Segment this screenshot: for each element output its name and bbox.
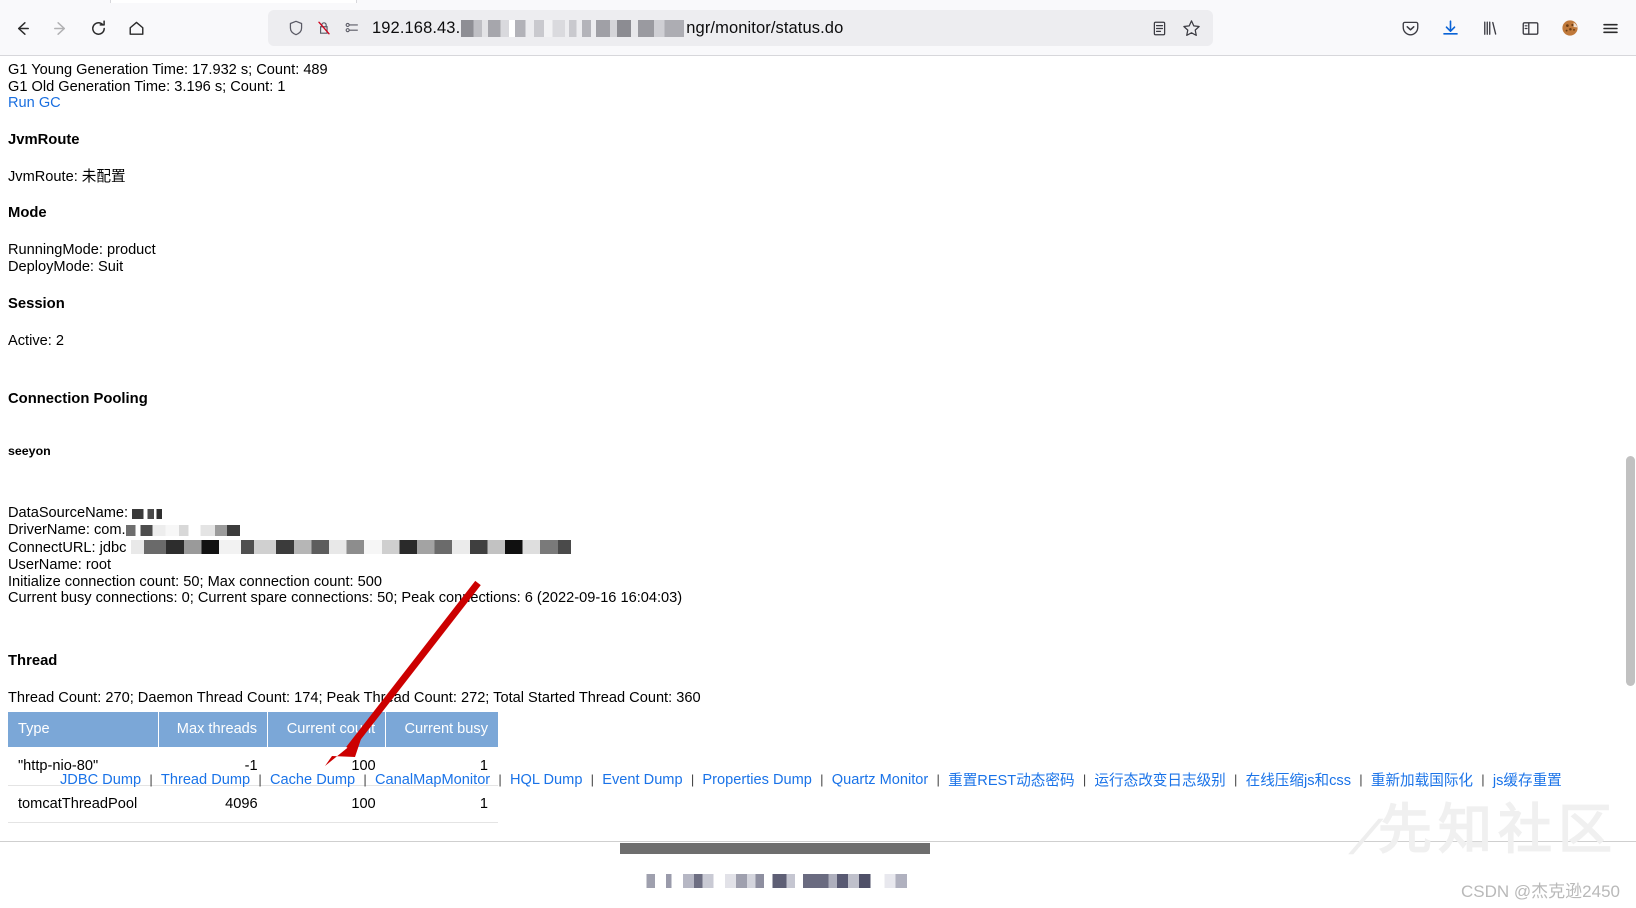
connect-url-redacted-mosaic xyxy=(130,540,571,555)
vertical-scrollbar-thumb[interactable] xyxy=(1626,456,1635,686)
datasource-name-redacted-mosaic xyxy=(132,509,163,520)
vertical-scrollbar[interactable] xyxy=(1624,56,1636,908)
link-separator: | xyxy=(590,772,595,787)
running-mode: RunningMode: product xyxy=(8,242,156,259)
link-cache-dump[interactable]: Cache Dump xyxy=(270,772,355,788)
connection-pooling-heading: Connection Pooling xyxy=(8,391,148,408)
url-suffix: ngr/monitor/status.do xyxy=(686,18,844,37)
column-header-type: Type xyxy=(8,712,159,748)
run-gc-link[interactable]: Run GC xyxy=(8,95,61,111)
sidebar-icon[interactable] xyxy=(1510,10,1550,46)
link-separator: | xyxy=(820,772,824,787)
link-canalmapmonitor[interactable]: CanalMapMonitor xyxy=(375,772,490,788)
session-heading: Session xyxy=(8,295,65,312)
connect-url-row: ConnectURL: jdbc xyxy=(8,538,701,557)
watermark-credit: CSDN @杰克逊2450 xyxy=(1461,882,1620,901)
hamburger-menu-icon[interactable] xyxy=(1590,10,1630,46)
gc-young-generation: G1 Young Generation Time: 17.932 s; Coun… xyxy=(8,62,328,78)
link-hql-dump[interactable]: HQL Dump xyxy=(510,772,582,788)
jvmroute-heading: JvmRoute xyxy=(8,131,80,148)
home-button[interactable] xyxy=(118,10,154,46)
table-row: tomcatThreadPool 4096 100 1 xyxy=(8,785,498,824)
tab-strip-stub[interactable] xyxy=(110,0,357,3)
link-separator: | xyxy=(363,772,367,787)
browser-toolbar-actions xyxy=(1390,10,1630,46)
datasource-name-label: DataSourceName: xyxy=(8,505,129,522)
cell-current-busy: 1 xyxy=(385,785,498,824)
session-active: Active: 2 xyxy=(8,332,64,349)
cell-max-threads: 4096 xyxy=(158,785,268,824)
link-change-log-level[interactable]: 运行态改变日志级别 xyxy=(1094,769,1225,790)
driver-name-label: DriverName: com. xyxy=(8,521,126,538)
current-connections-row: Current busy connections: 0; Current spa… xyxy=(8,590,683,607)
reader-view-icon[interactable] xyxy=(1143,13,1175,43)
link-separator: | xyxy=(936,772,940,787)
column-header-current-count: Current count xyxy=(267,712,387,748)
url-redacted-mid-mosaic xyxy=(569,19,592,37)
page-viewport: G1 Young Generation Time: 17.932 s; Coun… xyxy=(0,56,1636,908)
forward-arrow-icon xyxy=(51,19,70,38)
thread-pool-table: Type Max threads Current count Current b… xyxy=(8,712,498,824)
status-bar-redacted-mosaic xyxy=(638,874,918,888)
mode-heading: Mode xyxy=(8,205,47,222)
home-icon xyxy=(127,19,146,38)
link-separator: | xyxy=(1082,772,1087,787)
url-redacted-host-mosaic xyxy=(461,19,566,37)
form-autofill-icon[interactable] xyxy=(338,14,366,42)
username-row: UserName: root xyxy=(8,556,111,573)
connection-pool-name: seeyon xyxy=(8,444,51,459)
link-event-dump[interactable]: Event Dump xyxy=(602,772,682,788)
library-icon[interactable] xyxy=(1470,10,1510,46)
urlbar-actions xyxy=(1143,13,1207,43)
back-arrow-icon xyxy=(13,19,32,38)
datasource-name-row: DataSourceName: xyxy=(8,505,701,522)
link-reset-rest-password[interactable]: 重置REST动态密码 xyxy=(948,769,1075,790)
link-jdbc-dump[interactable]: JDBC Dump xyxy=(60,772,141,788)
back-button[interactable] xyxy=(4,10,40,46)
link-separator: | xyxy=(258,772,262,787)
horizontal-scrollbar-thumb[interactable] xyxy=(620,843,930,854)
url-text[interactable]: 192.168.43. ngr/monitor/status.do xyxy=(372,19,1213,38)
footer-links: JDBC Dump | Thread Dump | Cache Dump | C… xyxy=(8,769,1568,790)
column-header-max-threads: Max threads xyxy=(158,712,269,748)
thread-summary: Thread Count: 270; Daemon Thread Count: … xyxy=(8,689,701,706)
connect-url-label: ConnectURL: jdbc xyxy=(8,540,127,557)
table-header-row: Type Max threads Current count Current b… xyxy=(8,712,498,748)
link-separator: | xyxy=(498,772,502,787)
monitor-status-content: G1 Young Generation Time: 17.932 s; Coun… xyxy=(0,56,709,824)
deploy-mode: DeployMode: Suit xyxy=(8,258,124,275)
driver-name-row: DriverName: com. xyxy=(8,522,701,539)
cell-current-count: 100 xyxy=(267,785,386,824)
gc-old-generation: G1 Old Generation Time: 3.196 s; Count: … xyxy=(8,78,286,95)
url-redacted-path-mosaic xyxy=(596,19,685,37)
link-properties-dump[interactable]: Properties Dump xyxy=(702,772,812,788)
link-thread-dump[interactable]: Thread Dump xyxy=(161,772,250,788)
reload-icon xyxy=(89,19,108,38)
jvmroute-value: JvmRoute: 未配置 xyxy=(8,168,126,185)
pocket-icon[interactable] xyxy=(1390,10,1430,46)
forward-button[interactable] xyxy=(42,10,78,46)
browser-chrome: 192.168.43. ngr/monitor/status.do xyxy=(0,0,1636,56)
shield-icon[interactable] xyxy=(282,14,310,42)
url-bar[interactable]: 192.168.43. ngr/monitor/status.do xyxy=(268,10,1213,46)
url-prefix: 192.168.43. xyxy=(372,18,461,37)
column-header-current-busy: Current busy xyxy=(385,712,498,748)
thread-heading: Thread xyxy=(8,652,58,669)
link-compress-js-css[interactable]: 在线压缩js和css xyxy=(1246,769,1351,790)
downloads-icon[interactable] xyxy=(1430,10,1470,46)
bookmark-star-icon[interactable] xyxy=(1175,13,1207,43)
link-separator: | xyxy=(690,772,695,787)
link-separator: | xyxy=(149,772,153,787)
link-quartz-monitor[interactable]: Quartz Monitor xyxy=(832,772,929,788)
driver-name-redacted-mosaic xyxy=(125,524,246,536)
blocked-permission-icon[interactable] xyxy=(310,14,338,42)
cell-type: tomcatThreadPool xyxy=(8,785,159,824)
link-separator: | xyxy=(1234,772,1238,787)
connection-counts-row: Initialize connection count: 50; Max con… xyxy=(8,573,383,590)
reload-button[interactable] xyxy=(80,10,116,46)
watermark-site: 先知社区 xyxy=(1378,800,1618,860)
link-separator: | xyxy=(1359,772,1363,787)
cookie-avatar-icon[interactable] xyxy=(1550,10,1590,46)
